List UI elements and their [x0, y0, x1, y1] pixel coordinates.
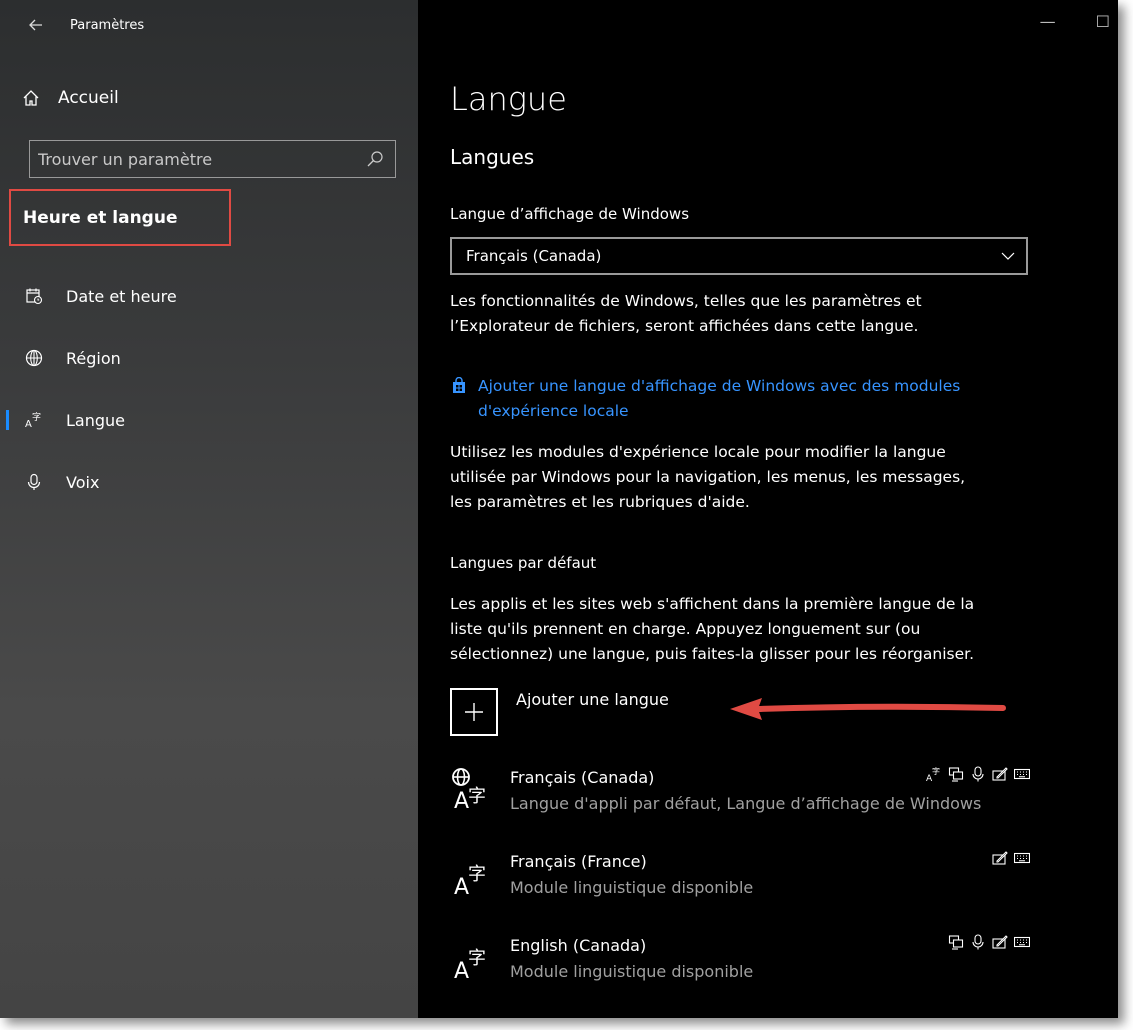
home-icon	[23, 90, 39, 106]
search-input[interactable]	[30, 148, 365, 170]
language-status: Module linguistique disponible	[510, 962, 754, 981]
lxp-description: Utilisez les modules d'expérience locale…	[450, 440, 1030, 515]
language-item-en-ca[interactable]: A 字 English (Canada) Module linguistique…	[450, 932, 1030, 992]
svg-text:A: A	[454, 959, 469, 984]
page-title: Langue	[450, 80, 567, 118]
display-language-icon: A字	[926, 766, 940, 782]
link-text: d'expérience locale	[478, 402, 629, 420]
dropdown-value: Français (Canada)	[466, 247, 602, 265]
search-box[interactable]	[29, 140, 396, 178]
text-to-speech-icon	[948, 935, 964, 950]
svg-text:字: 字	[468, 948, 486, 969]
title-bar: Paramètres	[0, 0, 418, 50]
minimize-button[interactable]: —	[1040, 12, 1056, 31]
home-label: Accueil	[58, 88, 119, 108]
keyboard-icon	[1014, 768, 1030, 780]
app-title: Paramètres	[70, 17, 145, 33]
plus-icon	[465, 703, 483, 721]
handwriting-icon	[992, 851, 1008, 865]
keyboard-icon	[1014, 936, 1030, 948]
text-line: Les applis et les sites web s'affichent …	[450, 595, 975, 613]
display-language-label: Langue d’affichage de Windows	[450, 205, 690, 223]
svg-text:字: 字	[32, 411, 41, 423]
text-line: les paramètres et les rubriques d'aide.	[450, 493, 750, 511]
handwriting-icon	[992, 935, 1008, 949]
handwriting-icon	[992, 767, 1008, 781]
sidebar-item-voice[interactable]: Voix	[0, 460, 418, 504]
text-line: Les fonctionnalités de Windows, telles q…	[450, 292, 922, 310]
language-name: English (Canada)	[510, 936, 647, 955]
text-line: l’Explorateur de fichiers, seront affich…	[450, 317, 919, 335]
section-heading: Langues	[450, 145, 535, 169]
section-title: Heure et langue	[23, 207, 178, 228]
language-status: Langue d'appli par défaut, Langue d’affi…	[510, 794, 982, 813]
svg-text:字: 字	[468, 864, 486, 885]
text-to-speech-icon	[948, 767, 964, 782]
add-language-button[interactable]: Ajouter une langue	[450, 688, 669, 736]
svg-text:字: 字	[932, 766, 940, 776]
store-icon	[453, 377, 465, 393]
sidebar-item-language[interactable]: A字 Langue	[0, 398, 418, 442]
keyboard-icon	[1014, 852, 1030, 864]
main-content: — ☐ Langue Langues Langue d’affichage de…	[418, 0, 1118, 1018]
language-features: A字	[926, 766, 1030, 782]
sidebar-item-label: Région	[66, 348, 121, 368]
back-button[interactable]	[14, 3, 58, 47]
text-line: liste qu'ils prennent en charge. Appuyez…	[450, 620, 921, 638]
maximize-button[interactable]: ☐	[1096, 12, 1110, 31]
text-line: utilisée par Windows pour la navigation,…	[450, 468, 966, 486]
preferred-languages-heading: Langues par défaut	[450, 554, 597, 572]
section-title-highlighted: Heure et langue	[9, 189, 231, 246]
svg-text:A: A	[454, 789, 469, 814]
language-name: Français (France)	[510, 852, 647, 871]
speech-recognition-icon	[972, 766, 984, 782]
svg-text:A: A	[25, 419, 32, 429]
home-link[interactable]: Accueil	[22, 88, 119, 108]
display-language-description: Les fonctionnalités de Windows, telles q…	[450, 289, 1030, 339]
sidebar: Paramètres Accueil Heure et langue Date …	[0, 0, 418, 1018]
search-icon[interactable]	[365, 149, 385, 169]
sidebar-item-label: Voix	[66, 472, 100, 492]
sidebar-item-label: Date et heure	[66, 286, 177, 306]
svg-text:A: A	[454, 875, 469, 900]
settings-window: Paramètres Accueil Heure et langue Date …	[0, 0, 1118, 1018]
language-icon: A字	[24, 410, 44, 430]
language-glyph-icon: A 字	[454, 864, 486, 900]
sidebar-item-label: Langue	[66, 410, 125, 430]
language-name: Français (Canada)	[510, 768, 655, 787]
language-features	[948, 934, 1030, 950]
language-features	[992, 850, 1030, 866]
svg-text:字: 字	[468, 786, 486, 807]
language-glyph-icon: A 字	[454, 948, 486, 984]
annotation-arrow-icon	[730, 698, 1006, 720]
add-display-language-link[interactable]: Ajouter une langue d'affichage de Window…	[450, 374, 1030, 424]
preferred-languages-description: Les applis et les sites web s'affichent …	[450, 592, 1030, 667]
sidebar-item-date-time[interactable]: Date et heure	[0, 274, 418, 318]
language-item-fr-fr[interactable]: A 字 Français (France) Module linguistiqu…	[450, 848, 1030, 908]
sidebar-item-region[interactable]: Région	[0, 336, 418, 380]
plus-icon-box[interactable]	[450, 688, 498, 736]
chevron-down-icon	[1001, 252, 1015, 260]
speech-recognition-icon	[972, 934, 984, 950]
display-language-dropdown[interactable]: Français (Canada)	[450, 237, 1028, 275]
back-arrow-icon	[29, 19, 42, 31]
globe-icon	[24, 348, 44, 368]
language-status: Module linguistique disponible	[510, 878, 754, 897]
text-line: sélectionnez) une langue, puis faites-la…	[450, 645, 975, 663]
calendar-clock-icon	[24, 286, 44, 306]
link-text: Ajouter une langue d'affichage de Window…	[478, 377, 961, 395]
language-globe-glyph-icon: A 字	[452, 768, 486, 814]
add-language-label: Ajouter une langue	[516, 690, 669, 709]
window-controls: — ☐	[1040, 12, 1110, 31]
language-item-fr-ca[interactable]: A 字 Français (Canada) Langue d'appli par…	[450, 764, 1030, 824]
microphone-icon	[24, 472, 44, 492]
text-line: Utilisez les modules d'expérience locale…	[450, 443, 946, 461]
